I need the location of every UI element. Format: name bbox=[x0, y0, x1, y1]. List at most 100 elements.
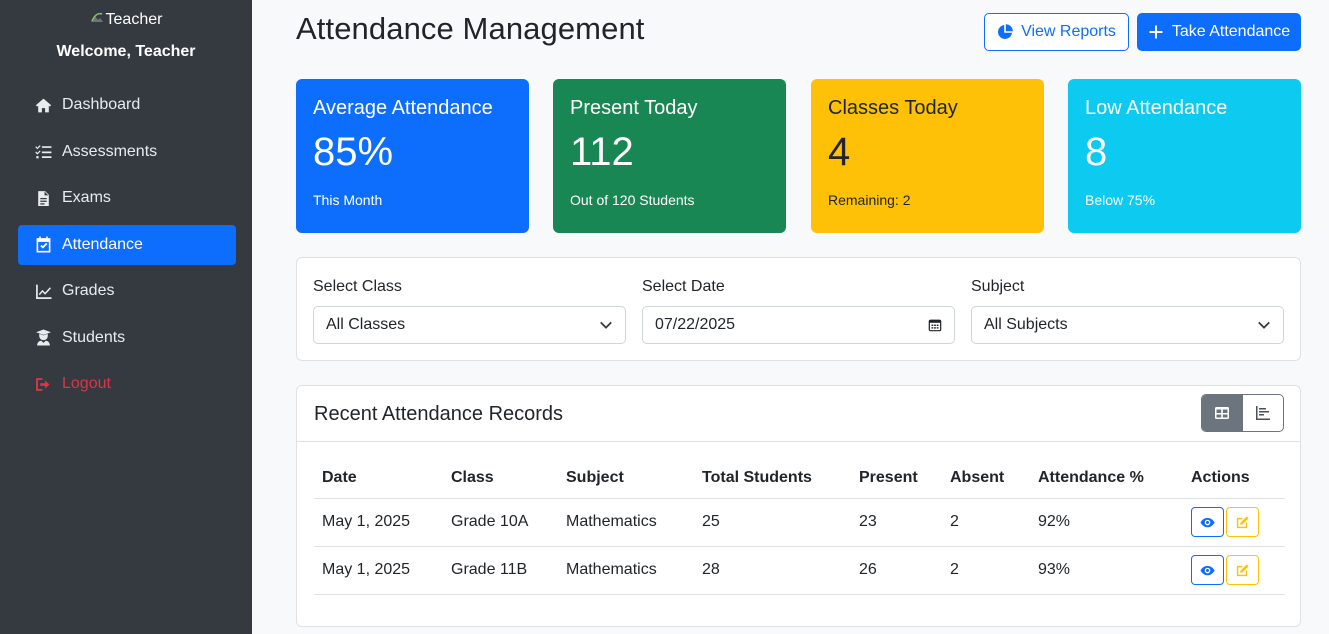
subject-filter: Subject All Subjects bbox=[971, 278, 1284, 344]
sidebar-item-label: Assessments bbox=[62, 142, 158, 160]
sidebar-item-dashboard[interactable]: Dashboard bbox=[18, 85, 236, 125]
subject-select[interactable]: All Subjects bbox=[971, 306, 1284, 344]
chevron-down-icon bbox=[600, 321, 612, 329]
view-record-button[interactable] bbox=[1191, 555, 1224, 585]
class-select[interactable]: All Classes bbox=[313, 306, 626, 344]
card-subtitle: Remaining: 2 bbox=[828, 192, 911, 208]
sidebar-item-label: Attendance bbox=[62, 235, 143, 253]
sidebar-item-assessments[interactable]: Assessments bbox=[18, 132, 236, 172]
logo: Teacher bbox=[90, 11, 163, 29]
take-attendance-label: Take Attendance bbox=[1171, 23, 1291, 40]
table-header-row: Date Class Subject Total Students Presen… bbox=[314, 458, 1285, 499]
column-header: Total Students bbox=[694, 458, 851, 499]
sidebar-item-attendance[interactable]: Attendance bbox=[18, 224, 236, 265]
cell-class: Grade 10A bbox=[443, 498, 558, 547]
page-title: Attendance Management bbox=[296, 11, 645, 46]
cell-class: Grade 11B bbox=[443, 546, 558, 595]
cell-date: May 1, 2025 bbox=[314, 546, 443, 595]
edit-record-button[interactable] bbox=[1226, 507, 1259, 537]
card-subtitle: Out of 120 Students bbox=[570, 192, 695, 208]
sidebar-item-label: Exams bbox=[62, 189, 111, 206]
chevron-down-icon bbox=[1258, 321, 1270, 329]
view-record-button[interactable] bbox=[1191, 507, 1224, 537]
cell-subject: Mathematics bbox=[558, 546, 694, 595]
cell-actions bbox=[1183, 498, 1285, 547]
sidebar: Teacher Welcome, Teacher Dashboard Asses… bbox=[0, 0, 252, 634]
sidebar-nav: Dashboard Assessments Exams Attendance G… bbox=[0, 85, 252, 404]
edit-icon bbox=[1236, 563, 1249, 576]
sidebar-item-exams[interactable]: Exams bbox=[18, 178, 236, 218]
cell-absent: 2 bbox=[942, 498, 1030, 547]
stat-card-classes-today: Classes Today 4 Remaining: 2 bbox=[811, 79, 1044, 233]
card-subtitle: This Month bbox=[313, 192, 383, 208]
pie-chart-icon bbox=[998, 24, 1013, 39]
sidebar-item-label: Students bbox=[62, 328, 126, 346]
view-reports-label: View Reports bbox=[1021, 23, 1116, 40]
records-header: Recent Attendance Records bbox=[297, 386, 1300, 442]
card-title: Average Attendance bbox=[313, 97, 493, 119]
view-toggle bbox=[1201, 394, 1284, 432]
sidebar-item-grades[interactable]: Grades bbox=[18, 271, 236, 311]
column-header: Attendance % bbox=[1030, 458, 1183, 499]
welcome-text: Welcome, Teacher bbox=[56, 43, 196, 60]
card-value: 4 bbox=[828, 130, 851, 174]
bar-chart-icon bbox=[1255, 406, 1270, 420]
take-attendance-button[interactable]: Take Attendance bbox=[1137, 13, 1301, 51]
broken-image-icon bbox=[90, 12, 103, 22]
cell-percent: 93% bbox=[1030, 546, 1183, 595]
column-header: Date bbox=[314, 458, 443, 499]
edit-icon bbox=[1236, 515, 1249, 528]
card-value: 85% bbox=[313, 130, 394, 174]
file-icon bbox=[32, 189, 54, 207]
date-filter-label: Select Date bbox=[642, 278, 725, 295]
column-header: Actions bbox=[1183, 458, 1285, 499]
calendar-icon[interactable] bbox=[928, 318, 942, 332]
home-icon bbox=[32, 96, 54, 114]
card-value: 112 bbox=[570, 130, 634, 174]
class-select-value: All Classes bbox=[326, 316, 406, 333]
main-content: Attendance Management View Reports Take … bbox=[252, 0, 1329, 634]
attendance-table: Date Class Subject Total Students Presen… bbox=[314, 458, 1285, 595]
card-value: 8 bbox=[1085, 130, 1108, 174]
chart-view-button[interactable] bbox=[1243, 395, 1284, 431]
attendance-records-panel: Recent Attendance Records Date Class Sub… bbox=[296, 385, 1301, 627]
view-reports-button[interactable]: View Reports bbox=[984, 13, 1129, 51]
sidebar-item-logout[interactable]: Logout bbox=[18, 364, 236, 404]
date-input-value: 07/22/2025 bbox=[655, 316, 736, 333]
card-title: Present Today bbox=[570, 97, 698, 119]
stat-card-low-attendance: Low Attendance 8 Below 75% bbox=[1068, 79, 1301, 233]
date-filter: Select Date 07/22/2025 bbox=[642, 278, 955, 344]
eye-icon bbox=[1200, 565, 1215, 575]
sidebar-item-students[interactable]: Students bbox=[18, 318, 236, 358]
brand: Teacher Welcome, Teacher bbox=[0, 0, 252, 61]
user-graduate-icon bbox=[32, 329, 54, 347]
sidebar-item-label: Grades bbox=[62, 282, 115, 299]
cell-date: May 1, 2025 bbox=[314, 498, 443, 547]
date-input[interactable]: 07/22/2025 bbox=[642, 306, 955, 344]
cell-percent: 92% bbox=[1030, 498, 1183, 547]
cell-subject: Mathematics bbox=[558, 498, 694, 547]
stat-card-present-today: Present Today 112 Out of 120 Students bbox=[553, 79, 786, 233]
subject-select-value: All Subjects bbox=[984, 316, 1068, 333]
sidebar-item-label: Logout bbox=[62, 375, 111, 392]
stat-card-average-attendance: Average Attendance 85% This Month bbox=[296, 79, 529, 233]
logo-alt-text: Teacher bbox=[105, 11, 163, 28]
edit-record-button[interactable] bbox=[1226, 555, 1259, 585]
sign-out-icon bbox=[32, 375, 54, 393]
tasks-icon bbox=[32, 143, 54, 161]
table-icon bbox=[1215, 407, 1230, 419]
records-title: Recent Attendance Records bbox=[314, 403, 564, 425]
sidebar-item-label: Dashboard bbox=[62, 96, 141, 113]
card-subtitle: Below 75% bbox=[1085, 192, 1156, 208]
card-title: Classes Today bbox=[828, 97, 958, 119]
calendar-check-icon bbox=[32, 236, 54, 254]
filters-panel: Select Class All Classes Select Date 07/… bbox=[296, 257, 1301, 361]
cell-total: 28 bbox=[694, 546, 851, 595]
column-header: Present bbox=[851, 458, 942, 499]
chart-line-icon bbox=[32, 282, 54, 300]
column-header: Absent bbox=[942, 458, 1030, 499]
column-header: Subject bbox=[558, 458, 694, 499]
table-view-button[interactable] bbox=[1202, 395, 1243, 431]
cell-total: 25 bbox=[694, 498, 851, 547]
subject-filter-label: Subject bbox=[971, 278, 1025, 295]
